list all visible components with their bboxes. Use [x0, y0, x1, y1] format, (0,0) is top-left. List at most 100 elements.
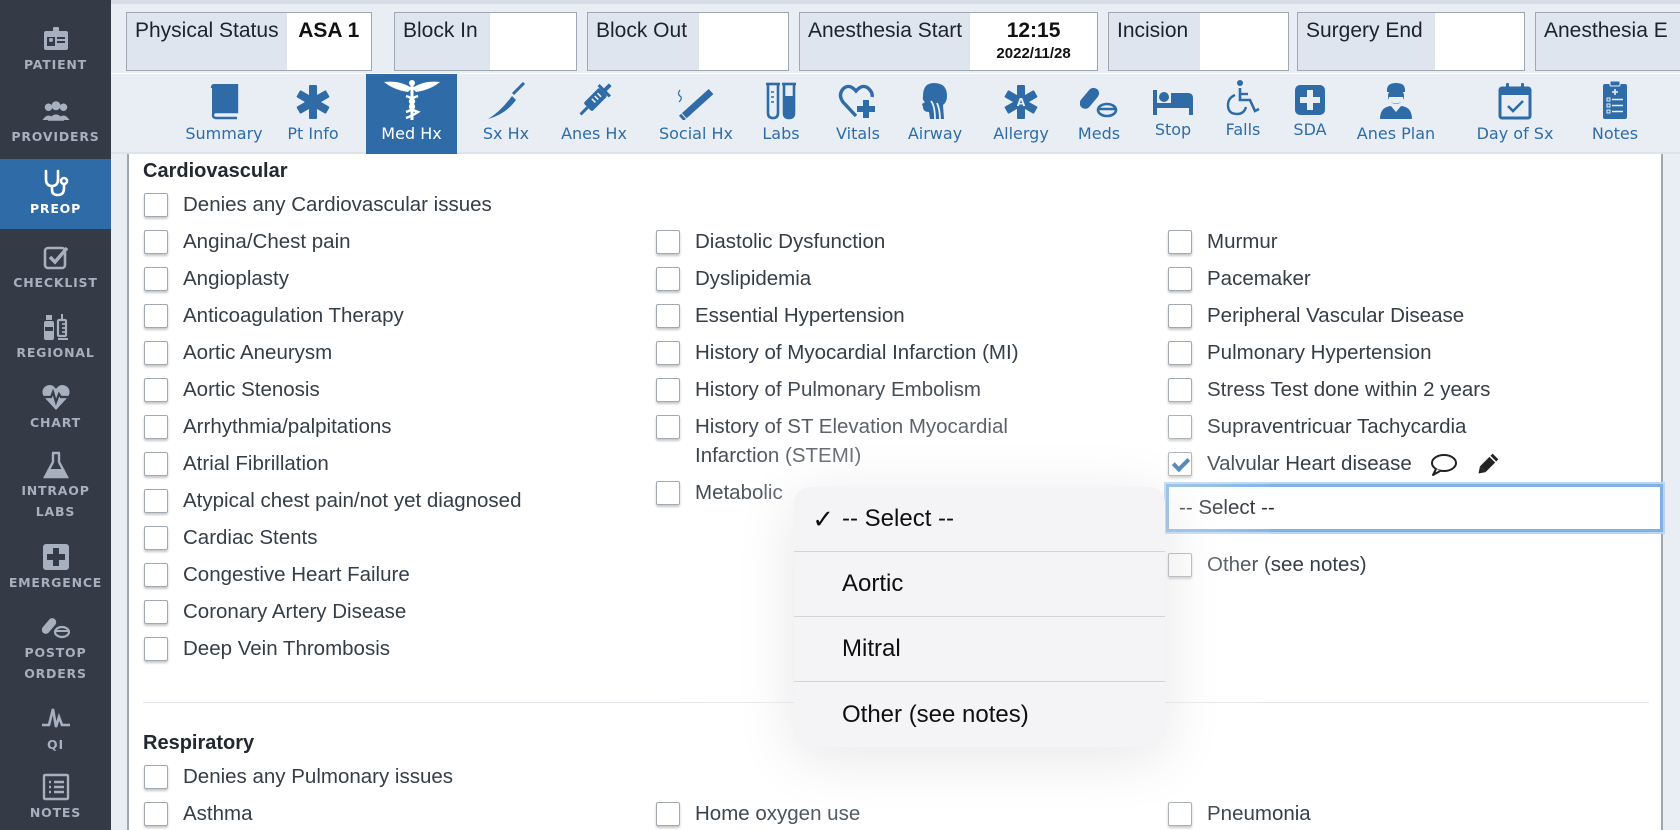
- checkbox-item[interactable]: Pneumonia: [1168, 802, 1311, 828]
- checkbox[interactable]: [144, 267, 168, 291]
- sidebar-item-emergence[interactable]: EMERGENCE: [0, 536, 111, 600]
- comment-bubble-icon[interactable]: [1430, 453, 1458, 482]
- checkbox[interactable]: [1168, 267, 1192, 291]
- tab-labs[interactable]: Labs: [756, 74, 806, 154]
- tab-meds[interactable]: Meds: [1071, 74, 1127, 154]
- anesthesia-start-value[interactable]: 12:15 2022/11/28: [970, 13, 1097, 70]
- checkbox-item[interactable]: Angina/Chest pain: [144, 230, 351, 256]
- checkbox[interactable]: [1168, 341, 1192, 365]
- sidebar-item-notes[interactable]: NOTES: [0, 766, 111, 830]
- tab-sda[interactable]: SDA: [1287, 74, 1333, 154]
- checkbox[interactable]: [144, 637, 168, 661]
- pencil-edit-icon[interactable]: [1474, 452, 1500, 483]
- checkbox[interactable]: [1168, 415, 1192, 439]
- checkbox-item[interactable]: History of Myocardial Infarction (MI): [656, 341, 1019, 367]
- sidebar-item-preop[interactable]: PREOP: [0, 159, 111, 229]
- checkbox-item[interactable]: Metabolic: [656, 481, 783, 507]
- sidebar-item-regional[interactable]: REGIONAL: [0, 306, 111, 370]
- checkbox[interactable]: [144, 304, 168, 328]
- checkbox[interactable]: [1168, 230, 1192, 254]
- checkbox-item[interactable]: Stress Test done within 2 years: [1168, 378, 1490, 404]
- checkbox-item[interactable]: Cardiac Stents: [144, 526, 317, 552]
- surgery-end-field[interactable]: Surgery End: [1297, 12, 1525, 71]
- checkbox-item[interactable]: Atrial Fibrillation: [144, 452, 329, 478]
- checkbox-item[interactable]: Arrhythmia/palpitations: [144, 415, 392, 441]
- sidebar-item-chart[interactable]: CHART: [0, 376, 111, 440]
- physical-status-value[interactable]: ASA 1: [286, 13, 371, 70]
- checkbox[interactable]: [656, 481, 680, 505]
- checkbox-checked[interactable]: [1168, 452, 1192, 476]
- tab-sx-hx[interactable]: Sx Hx: [466, 74, 546, 154]
- checkbox[interactable]: [144, 378, 168, 402]
- checkbox-denies-pulmonary[interactable]: Denies any Pulmonary issues: [144, 765, 453, 791]
- block-out-value[interactable]: [699, 13, 788, 70]
- checkbox[interactable]: [656, 802, 680, 826]
- checkbox-item[interactable]: Asthma: [144, 802, 253, 828]
- sidebar-item-providers[interactable]: PROVIDERS: [0, 90, 111, 154]
- checkbox-item[interactable]: Anticoagulation Therapy: [144, 304, 404, 330]
- tab-social-hx[interactable]: Social Hx: [648, 74, 744, 154]
- checkbox[interactable]: [656, 267, 680, 291]
- checkbox-other-cardiovascular[interactable]: Other (see notes): [1168, 553, 1367, 579]
- tab-anes-hx[interactable]: Anes Hx: [548, 74, 640, 154]
- checkbox-item[interactable]: Home oxygen use: [656, 802, 860, 828]
- checkbox-item[interactable]: Coronary Artery Disease: [144, 600, 406, 626]
- tab-falls[interactable]: Falls: [1220, 74, 1266, 154]
- menu-option-mitral[interactable]: Mitral: [794, 617, 1165, 682]
- tab-day-of-sx[interactable]: Day of Sx: [1459, 74, 1571, 154]
- checkbox-item[interactable]: Diastolic Dysfunction: [656, 230, 885, 256]
- checkbox[interactable]: [656, 304, 680, 328]
- block-out-field[interactable]: Block Out: [587, 12, 789, 71]
- sidebar-item-qi[interactable]: QI: [0, 698, 111, 762]
- checkbox[interactable]: [656, 341, 680, 365]
- checkbox-valvular-heart-disease[interactable]: Valvular Heart disease: [1168, 452, 1500, 483]
- incision-field[interactable]: Incision: [1108, 12, 1289, 71]
- anesthesia-end-field[interactable]: Anesthesia E: [1535, 12, 1680, 71]
- checkbox[interactable]: [1168, 553, 1192, 577]
- checkbox-item[interactable]: Peripheral Vascular Disease: [1168, 304, 1464, 330]
- checkbox-item[interactable]: Aortic Stenosis: [144, 378, 320, 404]
- checkbox-item[interactable]: Aortic Aneurysm: [144, 341, 332, 367]
- checkbox[interactable]: [144, 600, 168, 624]
- checkbox[interactable]: [144, 526, 168, 550]
- block-in-field[interactable]: Block In: [394, 12, 577, 71]
- checkbox[interactable]: [1168, 304, 1192, 328]
- checkbox[interactable]: [144, 563, 168, 587]
- checkbox-item[interactable]: Atypical chest pain/not yet diagnosed: [144, 489, 521, 515]
- checkbox[interactable]: [656, 378, 680, 402]
- surgery-end-value[interactable]: [1434, 13, 1524, 70]
- valvular-type-select[interactable]: -- Select --: [1166, 484, 1663, 532]
- checkbox-item[interactable]: History of Pulmonary Embolism: [656, 378, 981, 404]
- tab-med-hx[interactable]: Med Hx: [366, 74, 457, 154]
- tab-vitals[interactable]: Vitals: [823, 74, 893, 154]
- checkbox[interactable]: [656, 230, 680, 254]
- tab-summary[interactable]: Summary: [184, 74, 264, 154]
- checkbox[interactable]: [144, 765, 168, 789]
- tab-notes[interactable]: Notes: [1575, 74, 1655, 154]
- checkbox[interactable]: [144, 193, 168, 217]
- checkbox[interactable]: [144, 452, 168, 476]
- checkbox-item[interactable]: Angioplasty: [144, 267, 289, 293]
- tab-allergy[interactable]: A Allergy: [986, 74, 1056, 154]
- checkbox[interactable]: [144, 341, 168, 365]
- checkbox-item[interactable]: Pulmonary Hypertension: [1168, 341, 1431, 367]
- checkbox-item[interactable]: Pacemaker: [1168, 267, 1311, 293]
- block-in-value[interactable]: [489, 13, 576, 70]
- checkbox[interactable]: [144, 489, 168, 513]
- checkbox[interactable]: [1168, 378, 1192, 402]
- menu-option-select[interactable]: ✓ -- Select --: [794, 487, 1165, 552]
- checkbox[interactable]: [656, 415, 680, 439]
- checkbox-denies-cardiovascular[interactable]: Denies any Cardiovascular issues: [144, 193, 492, 219]
- checkbox-item[interactable]: Essential Hypertension: [656, 304, 905, 330]
- sidebar-item-postop-orders[interactable]: POSTOP ORDERS: [0, 608, 111, 688]
- menu-option-aortic[interactable]: Aortic: [794, 552, 1165, 617]
- tab-stop[interactable]: Stop: [1146, 74, 1200, 154]
- physical-status-field[interactable]: Physical Status ASA 1: [126, 12, 372, 71]
- tab-airway[interactable]: Airway: [899, 74, 971, 154]
- sidebar-item-checklist[interactable]: CHECKLIST: [0, 236, 111, 300]
- anesthesia-start-field[interactable]: Anesthesia Start 12:15 2022/11/28: [799, 12, 1098, 71]
- checkbox[interactable]: [144, 230, 168, 254]
- checkbox-item[interactable]: Murmur: [1168, 230, 1278, 256]
- checkbox-item[interactable]: Supraventricuar Tachycardia: [1168, 415, 1466, 441]
- checkbox-item[interactable]: Congestive Heart Failure: [144, 563, 410, 589]
